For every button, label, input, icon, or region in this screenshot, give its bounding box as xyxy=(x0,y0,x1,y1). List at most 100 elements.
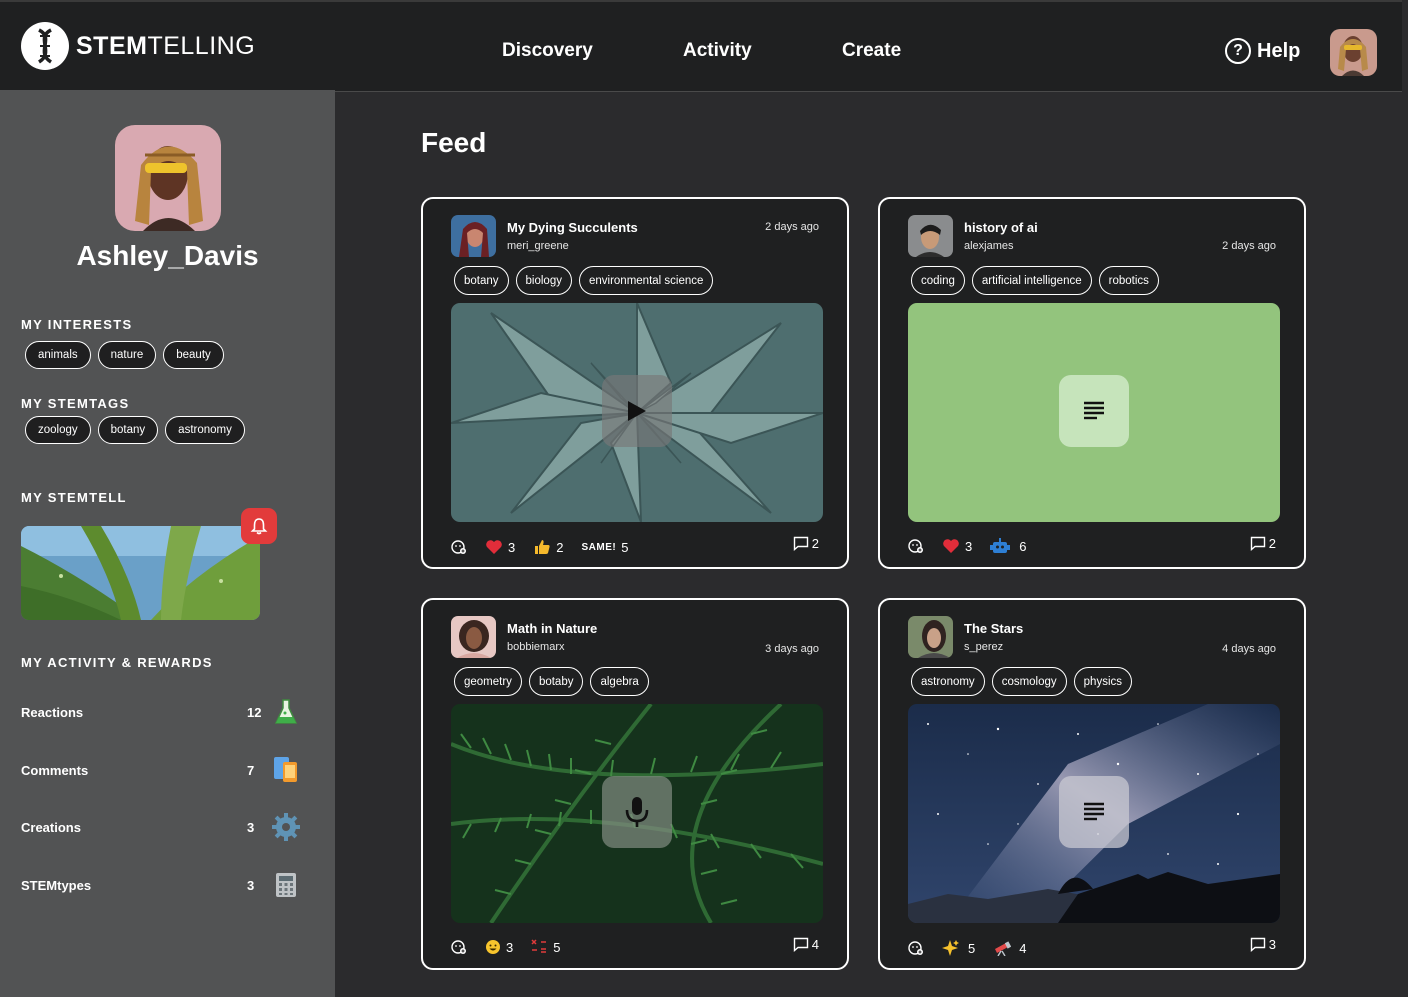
activity-row-reactions[interactable]: Reactions 12 xyxy=(21,697,301,727)
post-author[interactable]: s_perez xyxy=(964,641,1003,653)
activity-row-creations[interactable]: Creations 3 xyxy=(21,812,301,842)
tag-chip[interactable]: robotics xyxy=(1098,266,1159,295)
tag-chip[interactable]: cosmology xyxy=(991,667,1067,696)
stemtell-thumbnail[interactable] xyxy=(21,526,260,620)
reaction-count: 3 xyxy=(506,939,514,955)
post-title[interactable]: history of ai xyxy=(964,220,1038,235)
tag-chip[interactable]: physics xyxy=(1073,667,1133,696)
activity-row-stemtypes[interactable]: STEMtypes 3 xyxy=(21,870,301,900)
comment-count: 4 xyxy=(811,937,819,952)
reaction-bar: 3 6 xyxy=(908,538,1044,554)
robot-icon xyxy=(990,538,1011,553)
feed-card[interactable]: The Stars s_perez 4 days ago astronomy c… xyxy=(878,598,1306,970)
add-reaction-button[interactable] xyxy=(451,939,467,955)
play-button[interactable] xyxy=(602,375,672,447)
activity-row-comments[interactable]: Comments 7 xyxy=(21,755,301,785)
reaction-heart[interactable]: 3 xyxy=(485,539,515,555)
devices-icon xyxy=(271,755,301,785)
reaction-bar: 5 4 xyxy=(908,939,1044,957)
reaction-robot[interactable]: 6 xyxy=(990,538,1026,554)
stemtag-chip[interactable]: botany xyxy=(97,416,159,444)
tag-chip[interactable]: botany xyxy=(454,266,509,295)
profile-username: Ashley_Davis xyxy=(76,240,259,271)
post-title[interactable]: My Dying Succulents xyxy=(507,220,638,235)
comment-icon xyxy=(1250,937,1265,952)
comment-icon xyxy=(1250,536,1265,551)
reaction-count: 5 xyxy=(553,939,561,955)
same-icon: SAME! xyxy=(581,541,617,553)
reaction-sparkles[interactable]: 5 xyxy=(942,939,975,957)
interest-chip[interactable]: nature xyxy=(97,341,157,369)
feed-card[interactable]: Math in Nature bobbiemarx 3 days ago geo… xyxy=(421,598,849,970)
stemtelling-logo[interactable]: STEMTELLING xyxy=(21,22,255,70)
reaction-telescope[interactable]: 4 xyxy=(993,940,1026,956)
activity-label: Comments xyxy=(21,762,89,778)
text-post-button[interactable] xyxy=(1059,375,1129,447)
comments-button[interactable]: 2 xyxy=(1250,536,1276,551)
tag-chip[interactable]: algebra xyxy=(590,667,649,696)
flask-icon xyxy=(271,697,301,727)
feed-card[interactable]: history of ai alexjames 2 days ago codin… xyxy=(878,197,1306,569)
tag-chip[interactable]: artificial intelligence xyxy=(971,266,1092,295)
nav-discovery[interactable]: Discovery xyxy=(502,40,593,62)
author-avatar[interactable] xyxy=(451,215,496,257)
author-avatar[interactable] xyxy=(451,616,496,658)
add-reaction-button[interactable] xyxy=(908,538,924,554)
interests-heading: MY INTERESTS xyxy=(21,317,133,332)
tag-chip[interactable]: astronomy xyxy=(911,667,985,696)
text-media[interactable] xyxy=(908,303,1280,522)
nav-activity[interactable]: Activity xyxy=(683,40,752,62)
author-avatar[interactable] xyxy=(908,616,953,658)
post-author[interactable]: meri_greene xyxy=(507,240,569,252)
interest-chip[interactable]: animals xyxy=(25,341,91,369)
reaction-smile[interactable]: 3 xyxy=(485,939,513,955)
add-reaction-button[interactable] xyxy=(908,940,924,956)
comments-button[interactable]: 2 xyxy=(793,536,819,551)
feed-card[interactable]: My Dying Succulents meri_greene 2 days a… xyxy=(421,197,849,569)
bell-icon[interactable] xyxy=(241,508,277,544)
reaction-math[interactable]: 5 xyxy=(531,939,560,955)
post-time: 3 days ago xyxy=(765,643,819,655)
interest-chip[interactable]: beauty xyxy=(163,341,224,369)
activity-count: 3 xyxy=(247,819,255,835)
stemtag-chip[interactable]: zoology xyxy=(25,416,91,444)
stemtags-heading: MY STEMTAGS xyxy=(21,396,130,411)
tag-chip[interactable]: botaby xyxy=(528,667,584,696)
post-author[interactable]: bobbiemarx xyxy=(507,641,564,653)
add-reaction-icon xyxy=(451,940,466,954)
stemtag-chip[interactable]: astronomy xyxy=(165,416,245,444)
audio-media[interactable] xyxy=(451,704,823,923)
tag-chip[interactable]: environmental science xyxy=(578,266,714,295)
activity-label: STEMtypes xyxy=(21,877,92,893)
activity-label: Creations xyxy=(21,819,81,835)
help-button[interactable]: ? Help xyxy=(1225,38,1300,64)
post-tags: astronomy cosmology physics xyxy=(911,667,1133,696)
interests-list: animals nature beauty xyxy=(25,341,224,369)
post-title[interactable]: Math in Nature xyxy=(507,621,597,636)
audio-play-button[interactable] xyxy=(602,776,672,848)
tag-chip[interactable]: geometry xyxy=(454,667,522,696)
comments-button[interactable]: 3 xyxy=(1250,937,1276,952)
video-media[interactable] xyxy=(451,303,823,522)
text-post-button[interactable] xyxy=(1059,776,1129,848)
reaction-heart[interactable]: 3 xyxy=(942,538,972,554)
help-label: Help xyxy=(1257,39,1301,62)
tag-chip[interactable]: biology xyxy=(515,266,572,295)
add-reaction-icon xyxy=(908,941,923,955)
post-title[interactable]: The Stars xyxy=(964,621,1023,636)
comments-button[interactable]: 4 xyxy=(793,937,819,952)
comment-count: 2 xyxy=(1268,536,1276,551)
sparkles-icon xyxy=(942,940,959,956)
tag-chip[interactable]: coding xyxy=(911,266,965,295)
profile-photo[interactable] xyxy=(115,125,221,231)
nav-create[interactable]: Create xyxy=(842,40,901,62)
user-avatar[interactable] xyxy=(1330,29,1377,76)
reaction-same[interactable]: SAME! 5 xyxy=(581,540,628,555)
text-media[interactable] xyxy=(908,704,1280,923)
stemtell-heading: MY STEMTELL xyxy=(21,490,127,505)
post-author[interactable]: alexjames xyxy=(964,240,1014,252)
dna-logo-icon xyxy=(21,22,69,70)
author-avatar[interactable] xyxy=(908,215,953,257)
reaction-thumbs-up[interactable]: 2 xyxy=(533,538,563,556)
add-reaction-button[interactable] xyxy=(451,539,467,555)
